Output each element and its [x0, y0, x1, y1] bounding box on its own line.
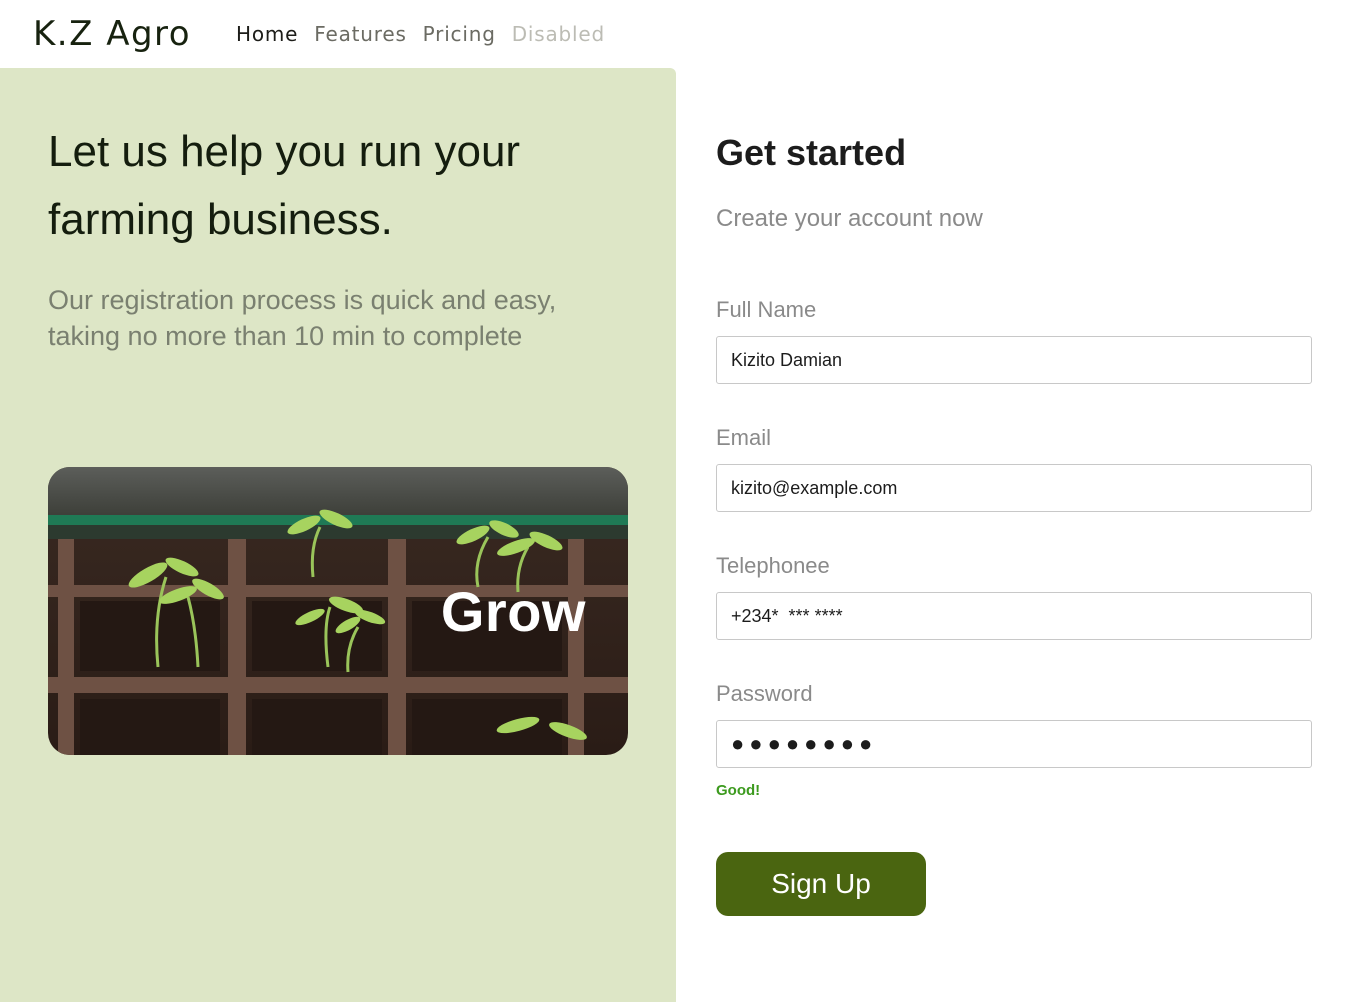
form-subtitle: Create your account now: [716, 205, 983, 232]
brand-logo[interactable]: K.Z Agro: [33, 14, 191, 54]
telephone-label: Telephonee: [716, 553, 830, 578]
nav-features-link[interactable]: Features: [314, 22, 406, 46]
hero-caption: Grow: [440, 580, 586, 643]
full-name-input[interactable]: [716, 336, 1312, 384]
password-input[interactable]: [716, 720, 1312, 768]
email-input[interactable]: [716, 464, 1312, 512]
nav-disabled-link: Disabled: [511, 22, 605, 46]
form-title: Get started: [716, 132, 907, 173]
full-name-label: Full Name: [716, 297, 817, 322]
nav-home-link[interactable]: Home: [236, 22, 298, 46]
password-strength-hint: Good!: [716, 782, 761, 799]
email-label: Email: [716, 425, 772, 450]
hero-image: Grow: [48, 467, 628, 755]
intro-panel: Let us help you run your farming busines…: [0, 68, 676, 1002]
password-label: Password: [716, 681, 813, 706]
sign-up-button[interactable]: Sign Up: [716, 852, 926, 916]
nav-pricing-link[interactable]: Pricing: [423, 22, 496, 46]
main-nav: Home Features Pricing Disabled: [236, 22, 605, 46]
navbar: K.Z Agro Home Features Pricing Disabled: [0, 0, 1352, 68]
intro-subline: Our registration process is quick and ea…: [48, 285, 557, 351]
intro-headline: Let us help you run your farming busines…: [48, 127, 521, 244]
telephone-input[interactable]: [716, 592, 1312, 640]
